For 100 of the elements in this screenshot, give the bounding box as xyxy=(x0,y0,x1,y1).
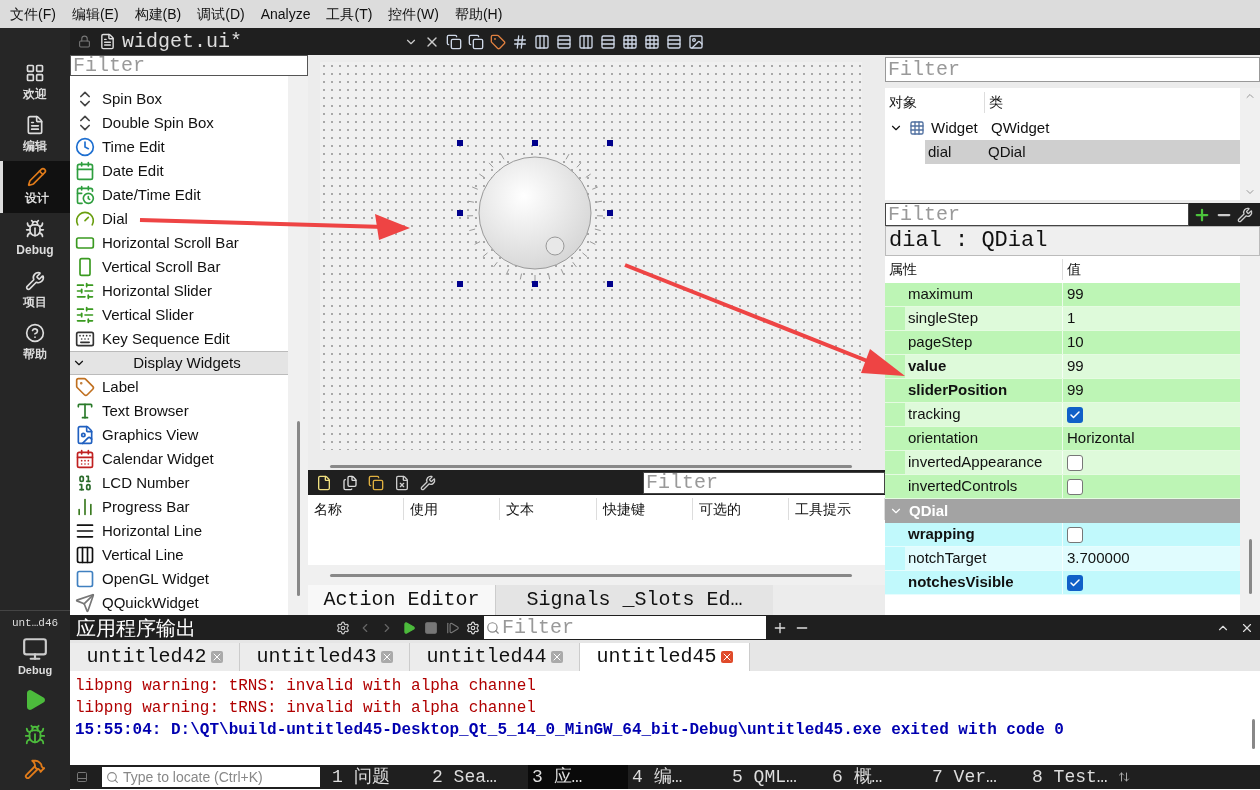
output-tab[interactable]: untitled45 xyxy=(580,643,750,671)
widget-item[interactable]: Horizontal Slider xyxy=(102,279,213,303)
menu-item[interactable]: 文件(F) xyxy=(2,3,64,25)
menu-item[interactable]: 工具(T) xyxy=(318,3,381,25)
property-row[interactable]: singleStep 1 xyxy=(885,307,1240,331)
widget-item[interactable]: Spin Box xyxy=(102,87,163,111)
run-icon[interactable] xyxy=(402,620,416,635)
property-row[interactable]: wrapping xyxy=(885,523,1240,547)
checkbox[interactable] xyxy=(1067,526,1083,543)
columns-icon[interactable] xyxy=(578,33,594,50)
column-header[interactable]: 快捷键 xyxy=(596,498,693,520)
editor-tab[interactable]: Action Editor xyxy=(308,585,495,615)
column-header[interactable]: 使用 xyxy=(404,498,501,520)
scrollbar[interactable] xyxy=(330,573,852,577)
property-row[interactable]: maximum 99 xyxy=(885,283,1240,307)
property-value[interactable]: 99 xyxy=(1067,355,1084,378)
widget-item[interactable]: Vertical Line xyxy=(102,543,184,567)
property-row[interactable]: pageStep 10 xyxy=(885,331,1240,355)
widget-item[interactable]: Progress Bar xyxy=(102,495,190,519)
number-icon[interactable] xyxy=(512,33,528,50)
selection-handle[interactable] xyxy=(607,281,613,287)
widget-item[interactable]: Text Browser xyxy=(102,399,189,423)
menu-item[interactable]: 帮助(H) xyxy=(446,3,511,25)
widget-item[interactable]: Dial xyxy=(102,207,128,231)
output-tab[interactable]: untitled43 xyxy=(240,643,410,671)
scrollbar[interactable] xyxy=(330,465,852,468)
wrench-icon[interactable] xyxy=(420,474,436,491)
selection-handle[interactable] xyxy=(457,140,463,146)
pane-button[interactable]: 6 概… xyxy=(828,765,928,789)
column-header[interactable]: 名称 xyxy=(308,498,405,520)
tree-row[interactable]: Widget QWidget xyxy=(885,116,1240,140)
pane-button[interactable]: 7 Ver… xyxy=(928,765,1028,789)
copy-icon[interactable] xyxy=(342,474,358,491)
widget-item[interactable]: Time Edit xyxy=(102,135,165,159)
widget-item[interactable]: LCD Number xyxy=(102,471,190,495)
property-row[interactable]: notchesVisible xyxy=(885,571,1240,595)
selection-handle[interactable] xyxy=(532,281,538,287)
checkbox[interactable] xyxy=(1067,574,1083,591)
widget-item[interactable]: Vertical Slider xyxy=(102,303,194,327)
scrollbar[interactable] xyxy=(1248,539,1252,594)
column-header[interactable]: 值 xyxy=(1063,259,1081,280)
editor-tab[interactable]: Signals _Slots Ed… xyxy=(495,585,773,615)
columns-icon[interactable] xyxy=(534,33,550,50)
mode-button[interactable]: 帮助 xyxy=(0,317,70,369)
grid-icon[interactable] xyxy=(644,33,660,50)
tag-icon[interactable] xyxy=(490,33,506,50)
widget-item[interactable]: Double Spin Box xyxy=(102,111,214,135)
scrollbar[interactable] xyxy=(1251,719,1255,749)
pane-button[interactable]: 5 QML… xyxy=(728,765,828,789)
property-row[interactable]: sliderPosition 99 xyxy=(885,379,1240,403)
pane-button[interactable]: 1 问题 xyxy=(328,765,428,789)
checkbox[interactable] xyxy=(1067,454,1083,471)
mode-button[interactable]: Debug xyxy=(0,213,70,265)
property-value[interactable]: 1 xyxy=(1067,307,1076,330)
pane-button[interactable]: 4 编… xyxy=(628,765,728,789)
widget-item[interactable]: OpenGL Widget xyxy=(102,567,209,591)
wrench-icon[interactable] xyxy=(1237,206,1253,223)
pane-button[interactable]: 2 Sea… xyxy=(428,765,528,789)
menu-item[interactable]: 构建(B) xyxy=(126,3,190,25)
menu-item[interactable]: Analyze xyxy=(252,3,319,25)
property-row[interactable]: notchTarget 3.700000 xyxy=(885,547,1240,571)
selection-handle[interactable] xyxy=(607,140,613,146)
rows-icon[interactable] xyxy=(600,33,616,50)
rows-icon[interactable] xyxy=(556,33,572,50)
widget-item[interactable]: Horizontal Line xyxy=(102,519,203,543)
property-value[interactable]: Horizontal xyxy=(1067,427,1135,450)
widget-item[interactable]: Key Sequence Edit xyxy=(102,327,230,351)
widget-item[interactable]: Calendar Widget xyxy=(102,447,214,471)
mode-button[interactable]: 项目 xyxy=(0,265,70,317)
menu-item[interactable]: 控件(W) xyxy=(380,3,447,25)
selection-handle[interactable] xyxy=(457,210,463,216)
widget-item[interactable]: Vertical Scroll Bar xyxy=(102,255,221,279)
tree-row[interactable]: dial QDial xyxy=(925,140,1240,164)
pane-button[interactable]: 3 应… xyxy=(528,765,628,789)
property-row[interactable]: value 99 xyxy=(885,355,1240,379)
mode-button[interactable]: 设计 xyxy=(0,161,70,213)
delete-icon[interactable] xyxy=(394,474,410,491)
property-value[interactable]: 99 xyxy=(1067,379,1084,402)
property-row[interactable]: orientation Horizontal xyxy=(885,427,1240,451)
column-header[interactable]: 属性 xyxy=(885,259,1063,280)
monitor-icon[interactable] xyxy=(22,635,48,662)
locate-field[interactable]: Type to locate (Ctrl+K) xyxy=(102,767,320,787)
build-icon[interactable] xyxy=(24,758,46,780)
widget-item[interactable]: Date/Time Edit xyxy=(102,183,201,207)
debug-run-icon[interactable] xyxy=(24,724,46,746)
stop-icon[interactable] xyxy=(424,620,438,635)
checkbox[interactable] xyxy=(1067,478,1083,495)
output-tab[interactable]: untitled44 xyxy=(410,643,580,671)
column-header[interactable]: 文本 xyxy=(500,498,597,520)
mode-button[interactable]: 欢迎 xyxy=(0,57,70,109)
property-value[interactable]: 10 xyxy=(1067,331,1084,354)
category-header[interactable]: Display Widgets xyxy=(70,351,288,375)
grid-icon[interactable] xyxy=(622,33,638,50)
pane-button[interactable]: 8 Test… xyxy=(1028,765,1128,789)
checkbox[interactable] xyxy=(1067,406,1083,423)
property-row[interactable]: tracking xyxy=(885,403,1240,427)
column-header[interactable]: 可选的 xyxy=(692,498,789,520)
property-row[interactable]: invertedControls xyxy=(885,475,1240,499)
widget-item[interactable]: Graphics View xyxy=(102,423,199,447)
copy-icon[interactable] xyxy=(446,33,462,50)
